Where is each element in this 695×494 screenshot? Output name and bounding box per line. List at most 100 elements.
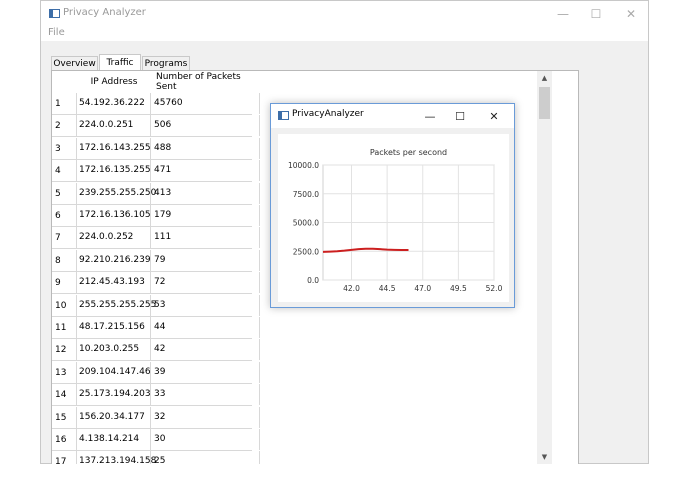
row-number: 9	[55, 278, 61, 289]
packet-count-cell[interactable]: 488	[152, 137, 260, 159]
packet-count-cell[interactable]: 111	[152, 227, 260, 249]
ip-address-cell[interactable]: 54.192.36.222	[76, 93, 151, 114]
ip-address-cell[interactable]: 224.0.0.251	[76, 115, 151, 137]
table-row[interactable]: 2 224.0.0.251 506	[52, 115, 260, 138]
ip-address-cell[interactable]: 92.210.216.239	[76, 249, 151, 271]
menu-file[interactable]: File	[48, 27, 65, 38]
close-button[interactable]: ✕	[613, 1, 649, 27]
row-number: 15	[55, 412, 67, 423]
menu-bar: File	[41, 27, 648, 41]
packet-count-cell[interactable]: 413	[152, 182, 260, 204]
chart-area: Packets per second 0.0 2500.0 5000.0 7500.0 1…	[278, 134, 509, 302]
x-tick-label: 49.5	[450, 284, 467, 293]
maximize-button[interactable]: ☐	[578, 1, 614, 27]
chart-title: Packets per second	[370, 148, 447, 157]
status-bar	[40, 464, 649, 494]
table-row[interactable]: 16 4.138.14.214 30	[52, 429, 260, 451]
popup-window-icon	[278, 111, 289, 120]
tab-programs[interactable]: Programs	[142, 56, 190, 70]
row-number: 10	[55, 300, 67, 311]
row-number: 13	[55, 367, 67, 378]
ip-address-cell[interactable]: 172.16.136.105	[76, 205, 151, 226]
x-tick-label: 42.0	[343, 284, 360, 293]
table-row[interactable]: 6 172.16.136.105 179	[52, 205, 260, 227]
table-row[interactable]: 1 54.192.36.222 45760	[52, 93, 260, 115]
y-tick-label: 2500.0	[293, 247, 319, 256]
ip-address-cell[interactable]: 48.17.215.156	[76, 317, 151, 338]
popup-title-bar[interactable]: PrivacyAnalyzer — ☐ ✕	[271, 104, 514, 128]
table-row[interactable]: 3 172.16.143.255 488	[52, 137, 260, 160]
row-number: 2	[55, 121, 61, 132]
row-number: 16	[55, 435, 67, 445]
minimize-button[interactable]: —	[545, 1, 581, 27]
packets-chart: Packets per second 0.0 2500.0 5000.0 7500.0 1…	[288, 148, 503, 293]
app-window-icon	[49, 9, 60, 18]
packet-count-cell[interactable]: 179	[152, 205, 260, 226]
x-tick-label: 44.5	[379, 284, 396, 293]
packet-count-cell[interactable]: 72	[152, 272, 260, 294]
row-number: 4	[55, 166, 61, 177]
ip-address-cell[interactable]: 212.45.43.193	[76, 272, 151, 294]
ip-address-cell[interactable]: 4.138.14.214	[76, 429, 151, 450]
row-number: 8	[55, 255, 61, 266]
packet-count-cell[interactable]: 45760	[152, 93, 260, 114]
table-row[interactable]: 14 25.173.194.203 33	[52, 384, 260, 407]
table-row[interactable]: 15 156.20.34.177 32	[52, 406, 260, 429]
y-tick-label: 0.0	[307, 276, 319, 285]
ip-address-cell[interactable]: 224.0.0.252	[76, 227, 151, 249]
ip-address-cell[interactable]: 172.16.135.255	[76, 160, 151, 182]
row-number: 12	[55, 345, 67, 356]
table-row[interactable]: 4 172.16.135.255 471	[52, 160, 260, 183]
y-tick-label: 5000.0	[293, 219, 319, 228]
table-row[interactable]: 12 10.203.0.255 42	[52, 339, 260, 362]
scroll-down-arrow-icon[interactable]: ▼	[537, 450, 552, 464]
vertical-scrollbar[interactable]: ▲ ▼	[537, 71, 552, 464]
popup-minimize-button[interactable]: —	[413, 104, 447, 128]
ip-address-cell[interactable]: 209.104.147.46	[76, 361, 151, 383]
row-number: 1	[55, 99, 61, 109]
popup-maximize-button[interactable]: ☐	[443, 104, 477, 128]
table-row[interactable]: 8 92.210.216.239 79	[52, 249, 260, 272]
ip-address-cell[interactable]: 156.20.34.177	[76, 406, 151, 428]
tab-overview[interactable]: Overview	[51, 56, 98, 70]
ip-address-cell[interactable]: 239.255.255.250	[76, 182, 156, 204]
row-number: 6	[55, 211, 61, 221]
packet-count-cell[interactable]: 39	[152, 361, 260, 383]
y-tick-label: 10000.0	[288, 161, 319, 170]
ip-address-cell[interactable]: 172.16.143.255	[76, 137, 151, 159]
packet-count-cell[interactable]: 506	[152, 115, 260, 137]
ip-address-cell[interactable]: 10.203.0.255	[76, 339, 151, 361]
column-header-ip[interactable]: IP Address	[76, 71, 152, 93]
packet-count-cell[interactable]: 44	[152, 317, 260, 338]
column-header-packets[interactable]: Number of Packets Sent	[152, 71, 260, 93]
row-number: 5	[55, 188, 61, 199]
table-row[interactable]: 10 255.255.255.255 53	[52, 294, 260, 317]
scroll-thumb[interactable]	[539, 87, 550, 119]
packet-count-cell[interactable]: 79	[152, 249, 260, 271]
chart-popup-window[interactable]: PrivacyAnalyzer — ☐ ✕ Packets per second…	[270, 103, 515, 308]
window-title: Privacy Analyzer	[63, 7, 146, 18]
packet-count-cell[interactable]: 471	[152, 160, 260, 182]
tab-traffic[interactable]: Traffic	[99, 54, 141, 71]
packet-count-cell[interactable]: 32	[152, 406, 260, 428]
x-tick-label: 52.0	[486, 284, 503, 293]
popup-close-button[interactable]: ✕	[477, 104, 511, 128]
row-number: 7	[55, 233, 61, 244]
packet-count-cell[interactable]: 33	[152, 384, 260, 406]
table-row[interactable]: 7 224.0.0.252 111	[52, 227, 260, 250]
row-number: 11	[55, 323, 67, 333]
packet-count-cell[interactable]: 42	[152, 339, 260, 361]
ip-address-cell[interactable]: 255.255.255.255	[76, 294, 156, 316]
ip-address-cell[interactable]: 25.173.194.203	[76, 384, 151, 406]
row-number: 14	[55, 390, 67, 401]
scroll-up-arrow-icon[interactable]: ▲	[537, 71, 552, 85]
table-row[interactable]: 9 212.45.43.193 72	[52, 272, 260, 295]
title-bar[interactable]: Privacy Analyzer — ☐ ✕	[41, 1, 648, 27]
table-row[interactable]: 13 209.104.147.46 39	[52, 361, 260, 384]
y-tick-label: 7500.0	[293, 190, 319, 199]
table-row[interactable]: 11 48.17.215.156 44	[52, 317, 260, 339]
packet-count-cell[interactable]: 30	[152, 429, 260, 450]
table-row[interactable]: 5 239.255.255.250 413	[52, 182, 260, 205]
popup-title: PrivacyAnalyzer	[292, 109, 364, 119]
packet-count-cell[interactable]: 53	[152, 294, 260, 316]
